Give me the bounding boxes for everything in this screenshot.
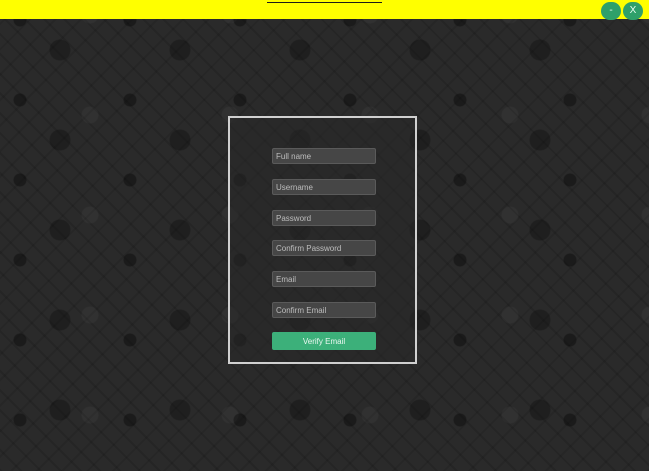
close-button[interactable]: X [623,2,643,20]
verify-email-button[interactable]: Verify Email [272,332,376,350]
title-bar-divider [267,2,382,3]
confirm-email-input[interactable] [272,302,376,318]
confirm-password-input[interactable] [272,240,376,256]
title-bar: - X [0,0,649,20]
full-name-input[interactable] [272,148,376,164]
signup-form-panel: Verify Email [228,116,417,364]
username-input[interactable] [272,179,376,195]
password-input[interactable] [272,210,376,226]
email-input[interactable] [272,271,376,287]
minimize-button[interactable]: - [601,2,621,20]
